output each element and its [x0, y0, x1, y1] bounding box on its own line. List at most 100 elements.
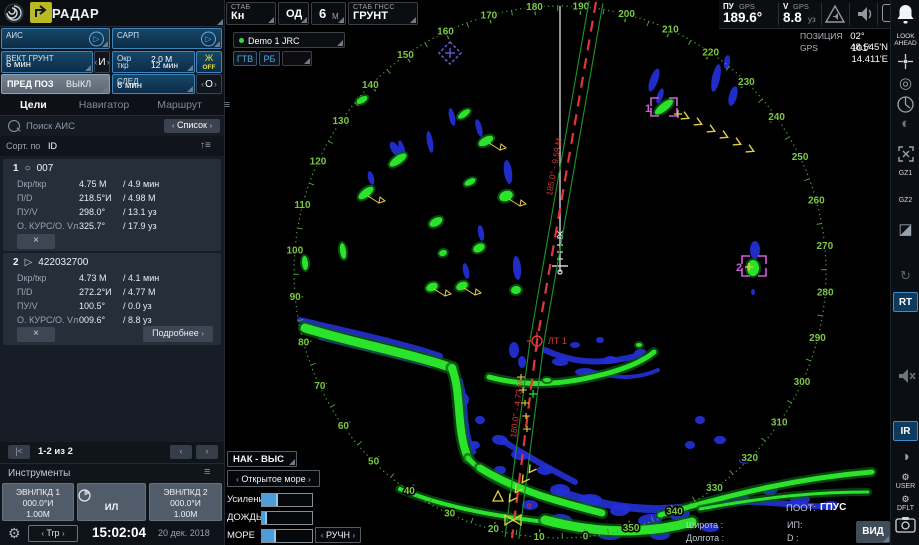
sea-mode-selector[interactable]: ‹ Открытое море ›	[227, 470, 320, 487]
range-rings-button[interactable]: Окр 2.0 М ткр 12 мин	[112, 51, 195, 73]
stab-mode-dropdown[interactable]: СТАБ Кн	[226, 2, 276, 25]
search-input[interactable]: Поиск АИС	[26, 121, 75, 132]
svg-text:185.0° - 9.59 М: 185.0° - 9.59 М	[544, 137, 564, 196]
screenshot-camera-icon[interactable]	[895, 516, 916, 533]
next-page-button[interactable]: ›	[196, 445, 218, 459]
contrast-icon[interactable]: ◑	[891, 448, 919, 464]
range-rings-icon[interactable]: ◎	[891, 74, 919, 92]
alarm-bell-icon[interactable]	[896, 3, 915, 25]
details-button[interactable]: Подробнее ›	[143, 326, 213, 342]
svg-text:220: 220	[702, 47, 719, 58]
row-v2: / 17.9 уз	[123, 221, 157, 231]
divider	[849, 3, 850, 25]
vector-mode-toggle[interactable]: ‹И›	[94, 51, 110, 73]
row-v2: / 13.1 уз	[123, 207, 157, 217]
target-1-index: 1	[13, 163, 19, 174]
gz2-button[interactable]: GZ2	[891, 197, 919, 204]
scan-off-button[interactable]: Ж OFF	[196, 51, 222, 73]
rt-button[interactable]: RT	[893, 292, 918, 312]
user-settings-button[interactable]: ⚙ USER	[891, 472, 919, 490]
audio-triangle-icon[interactable]	[825, 4, 845, 24]
acquisition-zone-icon[interactable]	[898, 146, 914, 162]
stab-gnss-dropdown[interactable]: СТАБ ГНСС ГРУНТ	[348, 2, 418, 25]
rain-slider[interactable]	[261, 511, 313, 525]
od-mode-dropdown[interactable]: ОД	[278, 2, 309, 25]
brilliance-icon[interactable]: ◪	[891, 220, 919, 238]
vector-ground-button[interactable]: ВЕКТ ГРУНТ 6 мин	[1, 51, 93, 73]
svg-text:310: 310	[771, 417, 788, 428]
look-ahead-pointer-icon[interactable]	[897, 53, 919, 70]
gtv-button[interactable]: ГТВ	[233, 51, 257, 66]
svg-text:о: о	[527, 501, 532, 510]
target-row: О. КУРС/О. Vл325.7°/ 17.9 уз	[17, 221, 157, 231]
sea-slider[interactable]	[261, 529, 313, 543]
clock-date: 20 дек. 2018	[158, 528, 210, 538]
tools-menu-icon[interactable]: ≡	[204, 466, 210, 478]
remove-target-button[interactable]: ×	[17, 234, 55, 249]
gz1-button[interactable]: GZ1	[891, 170, 919, 177]
mute-speaker-icon[interactable]	[896, 366, 916, 386]
row-v1: 218.5°И	[79, 193, 123, 203]
remove-target-button[interactable]: ×	[17, 327, 55, 342]
list-button[interactable]: ‹ Список ›	[164, 119, 220, 133]
row-v2: / 8.8 уз	[123, 315, 152, 325]
speaker-icon[interactable]	[854, 4, 874, 24]
default-settings-button[interactable]: ⚙ DFLT	[891, 494, 919, 512]
nav-data-bar: ПУ GPS 189.6° V GPS 8.8 уз !	[719, 0, 890, 29]
trails-reset-icon[interactable]: ↻	[891, 268, 919, 284]
svg-text:0: 0	[583, 531, 589, 542]
trail-mode-toggle[interactable]: ‹О›	[196, 74, 222, 94]
tab-route[interactable]: Маршрут	[157, 99, 202, 111]
row-v1: 009.6°	[79, 315, 123, 325]
svg-text:10: 10	[534, 532, 546, 543]
first-page-button[interactable]: |<	[8, 445, 30, 459]
dflt-gear-icon: ⚙	[891, 494, 919, 505]
evn-pkd-1-button[interactable]: ЭВН/ПКД 1 000.0°И 1.00М	[2, 483, 74, 521]
sort-value-dropdown[interactable]: ID	[48, 141, 57, 151]
tab-targets[interactable]: Цели	[20, 99, 47, 111]
prev-page-button[interactable]: ‹	[170, 445, 192, 459]
row-key: О. КУРС/О. Vл	[17, 221, 79, 231]
range-dropdown[interactable]: 6 М	[311, 2, 346, 25]
row-key: П/D	[17, 193, 79, 203]
target-card-2[interactable]: 2 ▷ 422032700 Dкр/tкр4.73 М/ 4.1 мин П/D…	[3, 253, 221, 345]
trail-value: 6 мин	[117, 80, 142, 91]
play-icon: ▷	[201, 31, 216, 46]
ais-panel-button[interactable]: АИС ▷	[1, 28, 110, 49]
look-ahead-label[interactable]: LOOK AHEAD	[891, 33, 919, 47]
demo-source-dropdown[interactable]: Demo 1 JRC	[233, 32, 345, 48]
view-button[interactable]: ВИД	[856, 521, 890, 543]
azimuth-ring-icon[interactable]	[897, 96, 914, 113]
chevron-left-icon: ‹	[321, 531, 324, 540]
target-card-1[interactable]: 1 ○ 007 Dкр/tкр4.75 М/ 4.9 мин П/D218.5°…	[3, 159, 221, 251]
gain-slider[interactable]	[261, 493, 313, 507]
tab-menu-icon[interactable]: ≡	[224, 99, 230, 111]
course-value: 189.6°	[723, 10, 762, 25]
ahead-label: AHEAD	[891, 40, 919, 47]
rb-button[interactable]: РБ	[259, 51, 280, 66]
tab-navigator[interactable]: Навигатор	[79, 99, 129, 111]
chevron-right-icon: ›	[308, 475, 311, 484]
longitude-label: Долгота :	[686, 533, 724, 543]
day-night-icon[interactable]: ◐	[891, 115, 919, 132]
empty-mode-dropdown[interactable]	[282, 51, 312, 66]
il-button[interactable]: ИЛ	[77, 483, 146, 521]
ir-button[interactable]: IR	[893, 421, 918, 441]
row-key: ПУ/V	[17, 301, 79, 311]
manual-mode-selector[interactable]: ‹ РУЧН ›	[315, 527, 361, 543]
back-arrow-button[interactable]	[30, 2, 52, 23]
settings-gear-icon[interactable]: ⚙	[8, 525, 21, 542]
tool1-line3: 1.00М	[3, 509, 73, 520]
chevron-left-icon: ‹	[41, 529, 44, 538]
sort-direction-icon[interactable]: ↑≡	[200, 140, 211, 151]
trip-selector[interactable]: ‹ Trp ›	[28, 525, 78, 542]
row-v1: 4.75 М	[79, 179, 123, 189]
nak-vys-dropdown[interactable]: НАК - ВЫС	[227, 451, 297, 467]
status-bar: ⚙ ‹ Trp › 15:02:04 20 дек. 2018	[0, 522, 224, 545]
arpa-panel-button[interactable]: САРП ▷	[112, 28, 222, 49]
chevron-right-icon: ›	[62, 529, 65, 538]
pred-pos-button[interactable]: ПРЕД ПОЗ ВЫКЛ	[1, 74, 110, 94]
evn-pkd-2-button[interactable]: ЭВН/ПКД 2 000.0°И 1.00М	[149, 483, 222, 521]
trail-button[interactable]: СЛЕД 6 мин	[112, 74, 195, 94]
svg-text:170: 170	[481, 10, 498, 21]
